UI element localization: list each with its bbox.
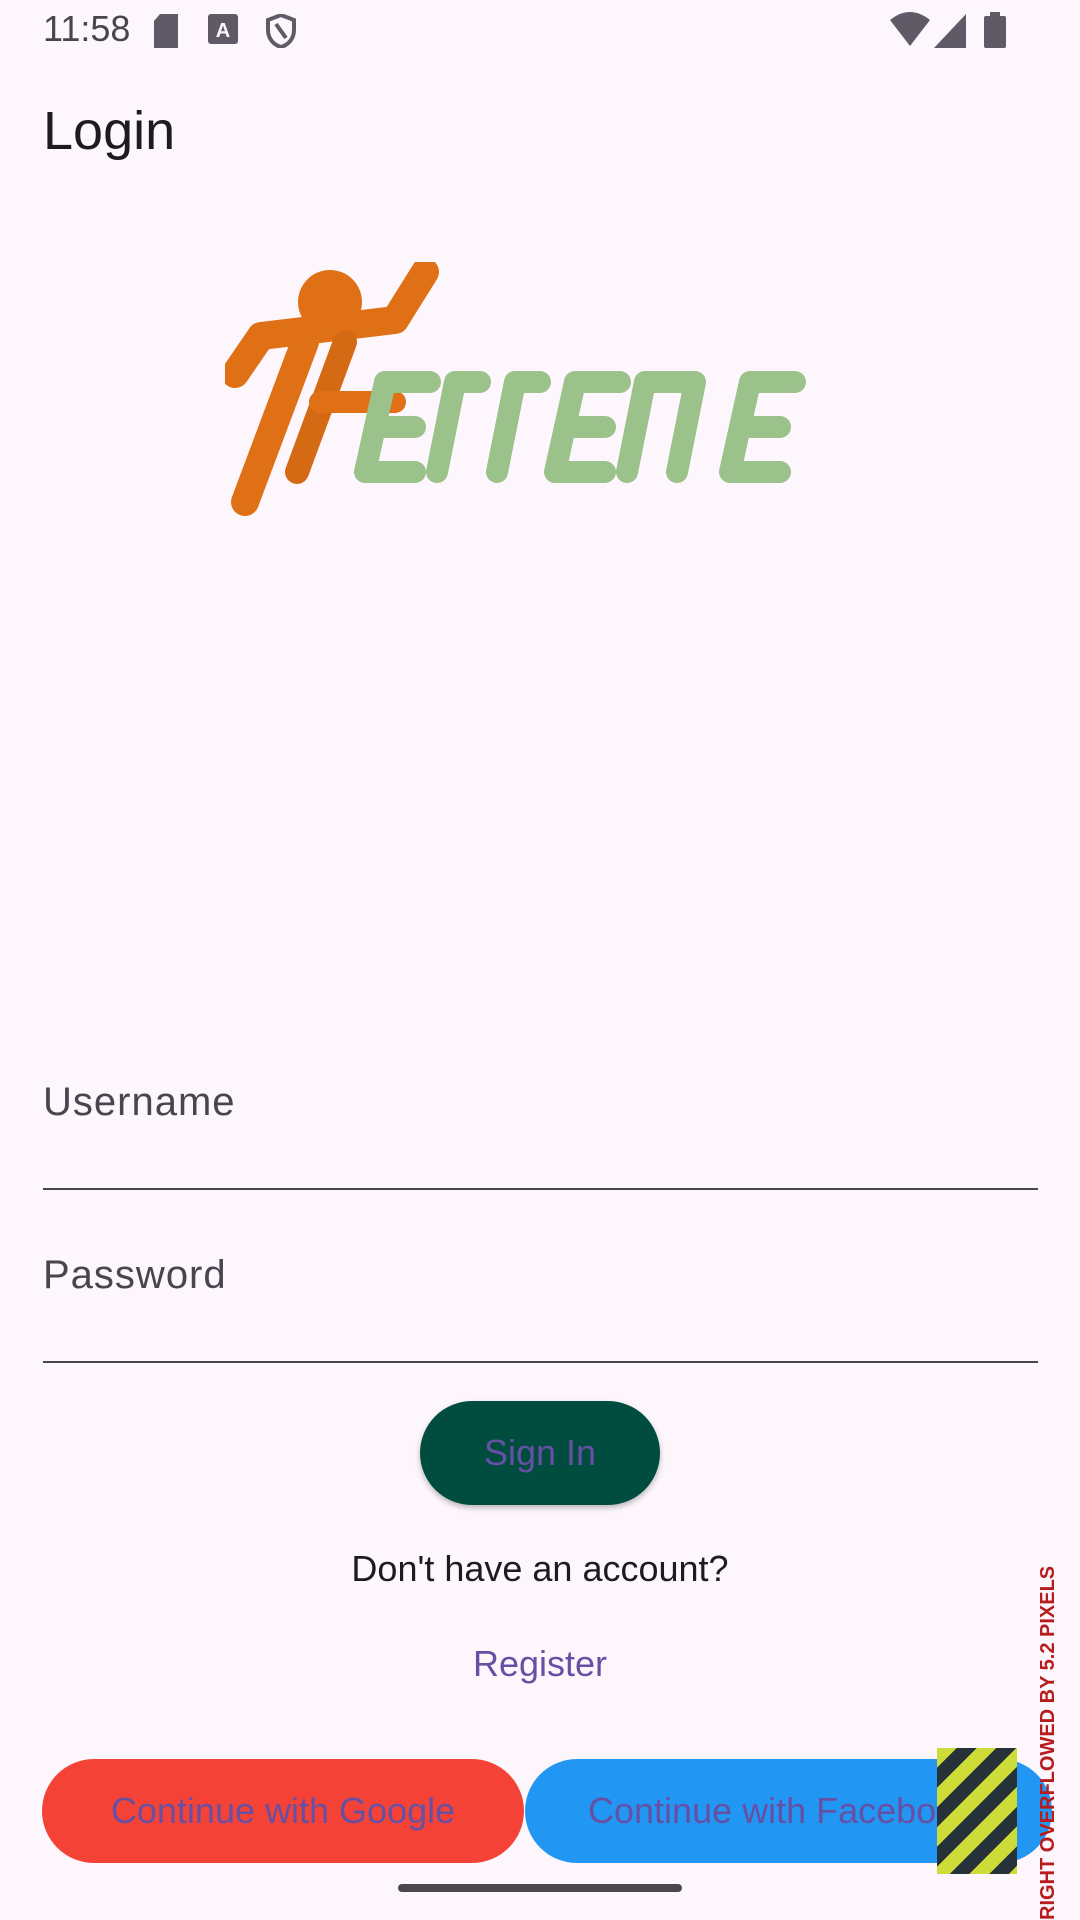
svg-text:A: A: [216, 20, 230, 42]
username-underline: [43, 1188, 1038, 1190]
sd-card-icon: [154, 14, 178, 48]
password-input[interactable]: [43, 1253, 1042, 1365]
overflow-warning-text: RIGHT OVERFLOWED BY 5.2 PIXELS: [1037, 1565, 1059, 1920]
password-field[interactable]: Password: [43, 1253, 1042, 1365]
status-time: 11:58: [43, 8, 131, 49]
terrene-logo: [225, 262, 806, 516]
sign-in-button[interactable]: Sign In: [420, 1401, 660, 1505]
home-indicator[interactable]: [398, 1884, 682, 1892]
no-account-text: Don't have an account?: [351, 1548, 729, 1589]
continue-with-google-button[interactable]: Continue with Google: [42, 1759, 524, 1863]
status-bar: 11:58 A: [0, 0, 1080, 62]
wifi-icon: [890, 12, 930, 46]
overflow-warning-stripes: [937, 1748, 1017, 1874]
username-input[interactable]: [43, 1080, 1042, 1192]
text-a-icon: A: [208, 14, 238, 44]
register-link[interactable]: Register: [440, 1634, 640, 1694]
password-underline: [43, 1361, 1038, 1363]
username-field[interactable]: Username: [43, 1080, 1042, 1192]
battery-icon: [984, 12, 1006, 48]
shield-icon: [266, 14, 296, 48]
signal-icon: [934, 14, 966, 48]
page-title: Login: [43, 101, 176, 161]
